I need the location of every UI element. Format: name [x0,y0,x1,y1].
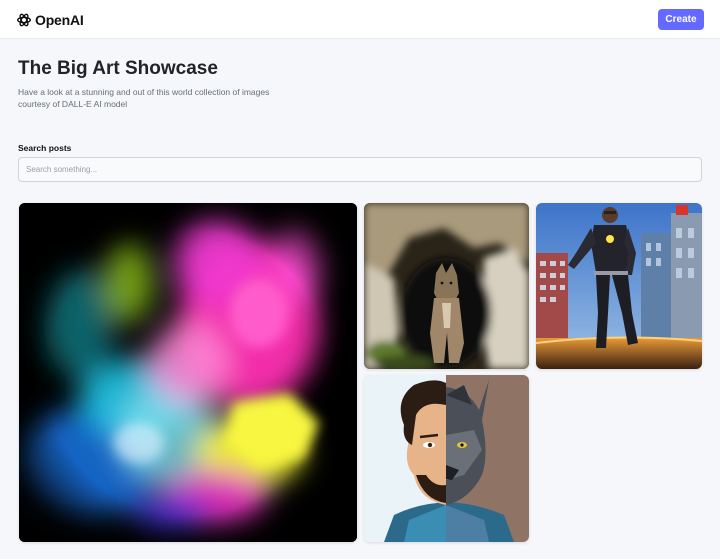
brand-name: OpenAI [35,12,84,28]
search-input[interactable] [18,157,702,182]
search-label: Search posts [18,143,72,153]
color-powder-explosion-image [19,203,357,542]
openai-logo-icon [16,13,32,27]
superhero-in-city-image [536,203,702,369]
gallery-card[interactable] [364,375,529,542]
create-button[interactable]: Create [658,9,704,30]
top-navbar: OpenAI Create [0,0,720,39]
wolf-in-cave-image [364,203,529,369]
openai-logo[interactable]: OpenAI [16,10,84,30]
page-title: The Big Art Showcase [18,58,218,79]
gallery-card[interactable] [364,203,529,369]
gallery-card[interactable] [19,203,357,542]
page-subtitle: Have a look at a stunning and out of thi… [18,87,270,109]
half-man-half-wolf-portrait-image [364,375,529,542]
gallery-card[interactable] [536,203,702,369]
